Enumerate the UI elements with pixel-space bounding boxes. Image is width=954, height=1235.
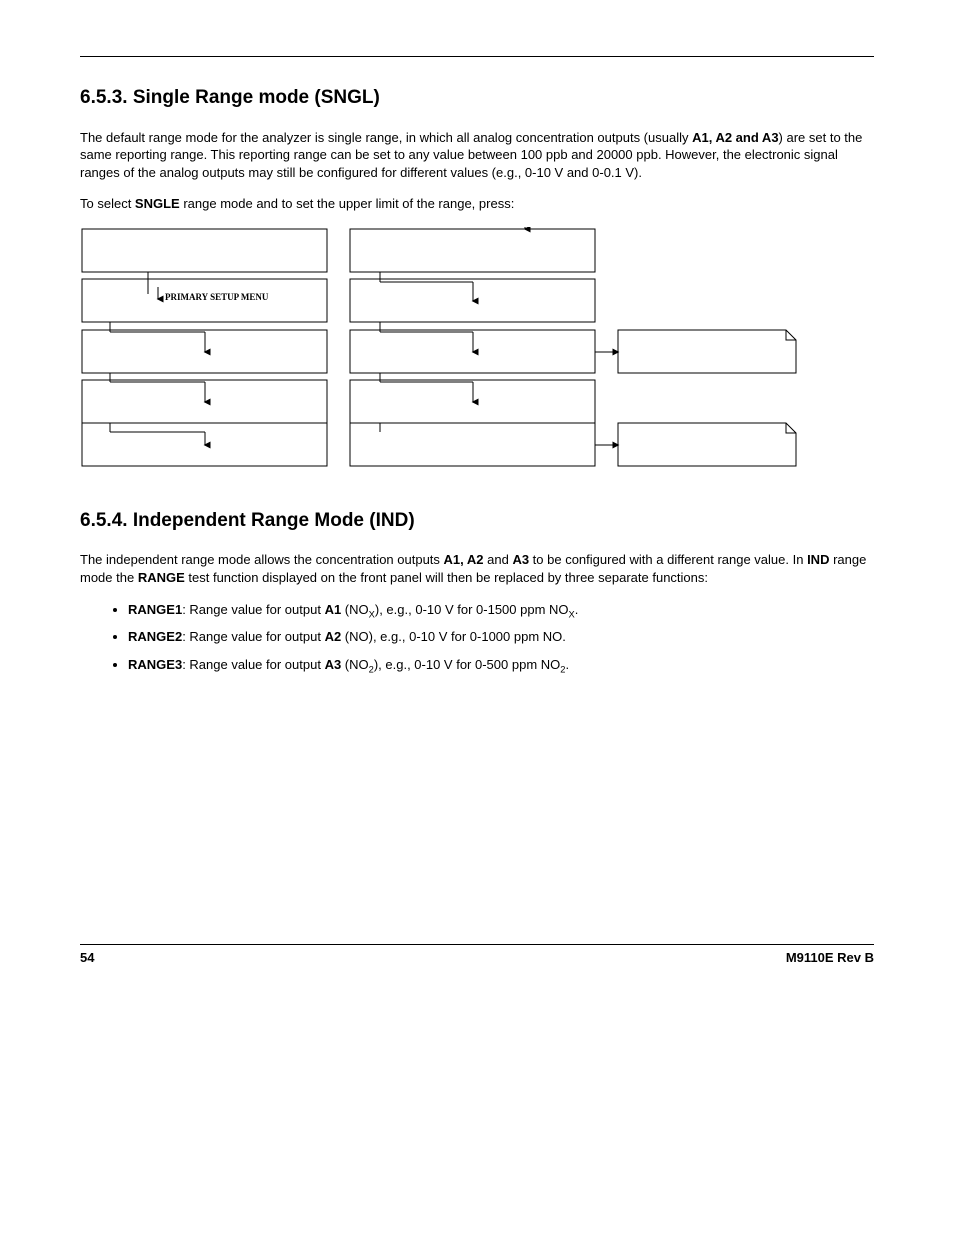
text: ), e.g., 0-10 V for 0-500 ppm NO bbox=[374, 657, 560, 672]
text: (NO bbox=[341, 602, 368, 617]
menu-flow-diagram: PRIMARY SETUP MENU bbox=[80, 227, 874, 472]
text: range mode and to set the upper limit of… bbox=[180, 196, 515, 211]
text: to be configured with a different range … bbox=[529, 552, 807, 567]
text: . bbox=[565, 657, 569, 672]
section1-para2: To select SNGLE range mode and to set th… bbox=[80, 195, 874, 213]
section1-para1: The default range mode for the analyzer … bbox=[80, 129, 874, 182]
bold-a3: A3 bbox=[512, 552, 529, 567]
text: : Range value for output bbox=[182, 657, 324, 672]
bold-range2: RANGE2 bbox=[128, 629, 182, 644]
text: test function displayed on the front pan… bbox=[185, 570, 708, 585]
text: . bbox=[575, 602, 579, 617]
page-footer: 54 M9110E Rev B bbox=[80, 944, 874, 967]
heading-6-5-3: 6.5.3. Single Range mode (SNGL) bbox=[80, 85, 874, 111]
heading-6-5-4: 6.5.4. Independent Range Mode (IND) bbox=[80, 508, 874, 534]
text: : Range value for output bbox=[182, 629, 324, 644]
text: (NO), e.g., 0-10 V for 0-1000 ppm NO. bbox=[341, 629, 566, 644]
bold-range1: RANGE1 bbox=[128, 602, 182, 617]
list-item-range2: RANGE2: Range value for output A2 (NO), … bbox=[128, 628, 874, 646]
bold-range: RANGE bbox=[138, 570, 185, 585]
bold-sngle: SNGLE bbox=[135, 196, 180, 211]
page: 6.5.3. Single Range mode (SNGL) The defa… bbox=[0, 0, 954, 1235]
text: To select bbox=[80, 196, 135, 211]
svg-text:PRIMARY SETUP MENU: PRIMARY SETUP MENU bbox=[165, 292, 269, 302]
text: ), e.g., 0-10 V for 0-1500 ppm NO bbox=[375, 602, 569, 617]
bold-a1a2: A1, A2 bbox=[444, 552, 484, 567]
doc-revision: M9110E Rev B bbox=[786, 949, 874, 967]
text: (NO bbox=[341, 657, 368, 672]
bold-a1: A1 bbox=[325, 602, 342, 617]
bold-ind: IND bbox=[807, 552, 829, 567]
bold-range3: RANGE3 bbox=[128, 657, 182, 672]
text: The default range mode for the analyzer … bbox=[80, 130, 692, 145]
list-item-range1: RANGE1: Range value for output A1 (NOX),… bbox=[128, 601, 874, 619]
bold-a3-2: A3 bbox=[325, 657, 342, 672]
section2-para1: The independent range mode allows the co… bbox=[80, 551, 874, 586]
range-list: RANGE1: Range value for output A1 (NOX),… bbox=[80, 601, 874, 674]
text: : Range value for output bbox=[182, 602, 324, 617]
list-item-range3: RANGE3: Range value for output A3 (NO2),… bbox=[128, 656, 874, 674]
text: and bbox=[484, 552, 513, 567]
bold-a2: A2 bbox=[325, 629, 342, 644]
page-number: 54 bbox=[80, 950, 94, 965]
bold-outputs: A1, A2 and A3 bbox=[692, 130, 778, 145]
text: The independent range mode allows the co… bbox=[80, 552, 444, 567]
top-rule bbox=[80, 56, 874, 57]
